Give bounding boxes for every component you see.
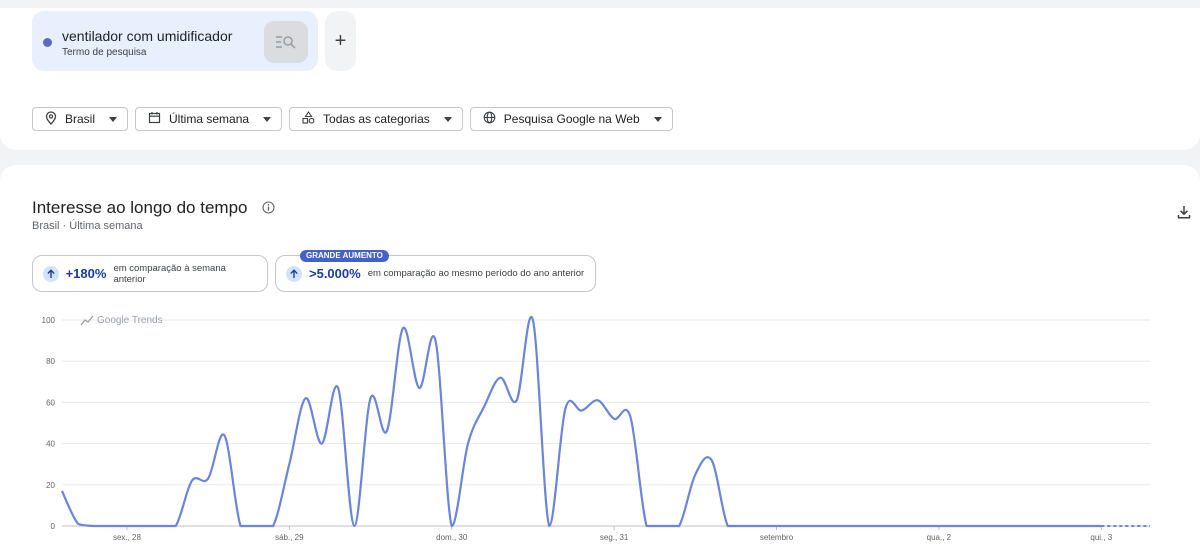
y-tick-label: 40: [46, 440, 55, 449]
x-tick-label: qua., 2: [927, 533, 952, 542]
section-title: Interesse ao longo do tempo: [32, 198, 248, 217]
search-term-text[interactable]: ventilador com umidificador: [62, 28, 232, 44]
search-icon[interactable]: [264, 21, 308, 63]
download-icon[interactable]: [1177, 205, 1191, 224]
search-term-type: Termo de pesquisa: [62, 47, 147, 58]
globe-icon: [483, 111, 496, 127]
x-tick-label: seg., 31: [600, 533, 629, 542]
y-tick-label: 0: [51, 522, 56, 531]
term-color-dot: [43, 38, 52, 47]
arrow-up-icon: [286, 265, 302, 282]
big-increase-badge: GRANDE AUMENTO: [300, 250, 389, 262]
arrow-up-icon: [43, 265, 59, 282]
filter-category[interactable]: Todas as categorias: [289, 107, 463, 131]
interest-line-chart: 0 20 40 60 80 100 sex., 28 sáb., 29 dom., 30 seg.…: [42, 315, 1150, 542]
chevron-down-icon: [653, 116, 662, 122]
filter-time[interactable]: Última semana: [135, 107, 283, 131]
x-tick-label: qui., 3: [1090, 533, 1112, 542]
filter-search-type[interactable]: Pesquisa Google na Web: [469, 107, 673, 131]
location-pin-icon: [45, 110, 57, 128]
y-tick-label: 20: [46, 481, 55, 490]
x-tick-label: sáb., 29: [275, 533, 304, 542]
info-icon[interactable]: [262, 201, 275, 219]
stat-weekly-value: +180%: [65, 266, 107, 281]
stat-weekly-change[interactable]: +180% em comparação à semana anterior: [32, 255, 268, 292]
series-line: [61, 315, 1102, 528]
search-panel: ventilador com umidificador Termo de pes…: [0, 8, 1200, 150]
x-tick-label: sex., 28: [113, 533, 142, 542]
filter-location[interactable]: Brasil: [32, 107, 129, 131]
add-comparison-button[interactable]: +: [325, 11, 356, 71]
y-tick-label: 60: [46, 398, 55, 407]
filter-bar: Brasil Última semana Todas as categorias…: [32, 107, 673, 131]
search-term-card[interactable]: ventilador com umidificador Termo de pes…: [32, 11, 318, 71]
chevron-down-icon: [263, 116, 272, 122]
filter-category-label: Todas as categorias: [323, 112, 430, 126]
filter-time-label: Última semana: [169, 112, 250, 126]
section-subtitle: Brasil · Última semana: [32, 220, 143, 232]
google-trends-watermark: Google Trends: [97, 315, 163, 326]
x-tick-label: setembro: [760, 533, 794, 542]
chevron-down-icon: [109, 116, 118, 122]
calendar-icon: [148, 111, 161, 127]
stat-weekly-description: em comparação à semana anterior: [113, 262, 226, 285]
filter-search-type-label: Pesquisa Google na Web: [503, 112, 640, 126]
stat-yearly-description: em comparação ao mesmo período do ano an…: [367, 268, 585, 279]
stat-yearly-value: >5.000%: [309, 266, 361, 281]
chevron-down-icon: [443, 116, 452, 122]
categories-icon: [302, 111, 315, 127]
y-tick-label: 80: [46, 357, 55, 366]
filter-location-label: Brasil: [65, 112, 96, 126]
x-tick-label: dom., 30: [436, 533, 468, 542]
y-tick-label: 100: [42, 316, 56, 325]
